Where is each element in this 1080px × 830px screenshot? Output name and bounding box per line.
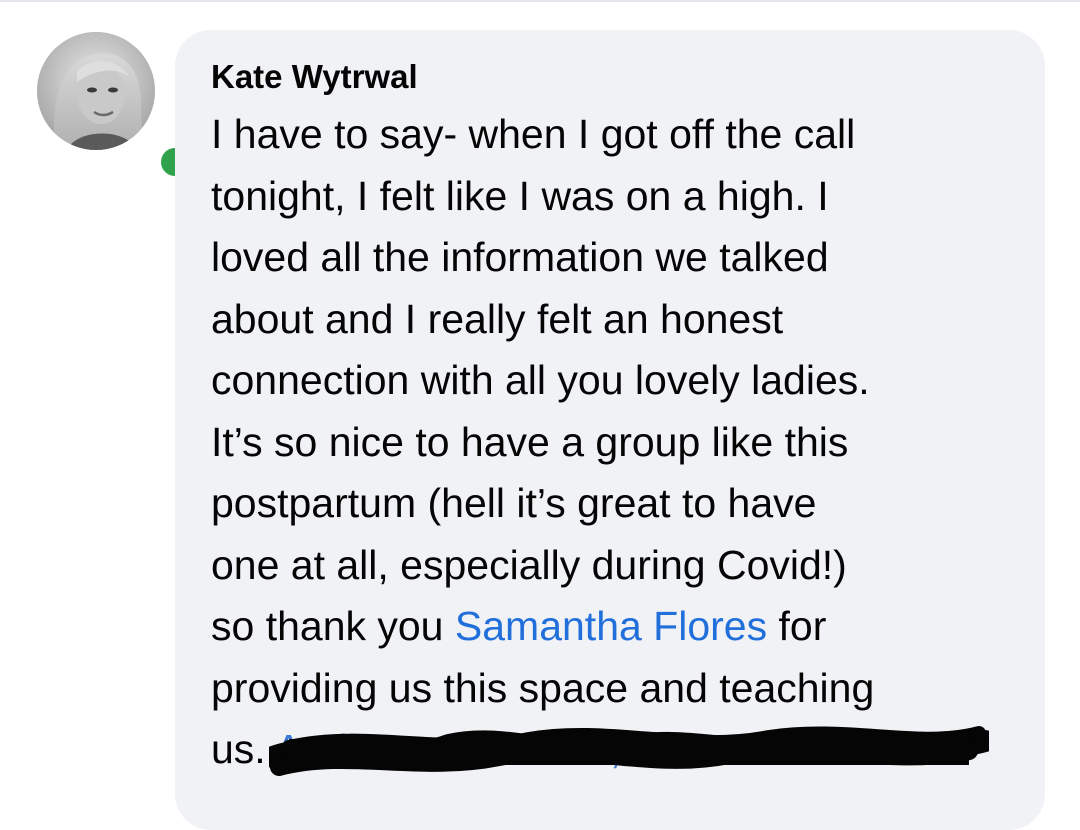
comment-text: I have to say- when I got off the call t… [211, 104, 1031, 781]
comment-line: postpartum (hell it’s great to have [211, 480, 817, 526]
top-divider [0, 0, 1080, 2]
mention-suffix-text: for [767, 603, 827, 649]
obscured-text: And Dana Crocker, what a... See [274, 726, 872, 772]
avatar-container[interactable] [37, 32, 194, 181]
comment-line: about and I really felt an honest [211, 295, 784, 342]
comment-line: loved all the information we talked [211, 234, 829, 280]
avatar-image [37, 32, 155, 150]
comment-line: one at all, especially during Covid!) [211, 541, 847, 588]
comment-line: providing us this space and teaching [211, 664, 875, 711]
mention-prefix-text: so thank you [211, 603, 455, 649]
comment-line: I have to say- when I got off the call [211, 111, 856, 157]
comment-line-redacted: us. And Dana Crocker, what a... See [211, 719, 1031, 781]
avatar[interactable] [37, 32, 155, 150]
comment-line: connection with all you lovely ladies. [211, 357, 870, 403]
comment-line-visible-text: us. [211, 726, 266, 772]
comment-line: It’s so nice to have a group like this [211, 418, 849, 465]
comment-author-name[interactable]: Kate Wytrwal [211, 58, 418, 96]
comment-line-with-mention: so thank you Samantha Flores for [211, 596, 1031, 658]
comment-line: tonight, I felt like I was on a high. I [211, 172, 829, 219]
mention-link-samantha-flores[interactable]: Samantha Flores [455, 603, 767, 649]
